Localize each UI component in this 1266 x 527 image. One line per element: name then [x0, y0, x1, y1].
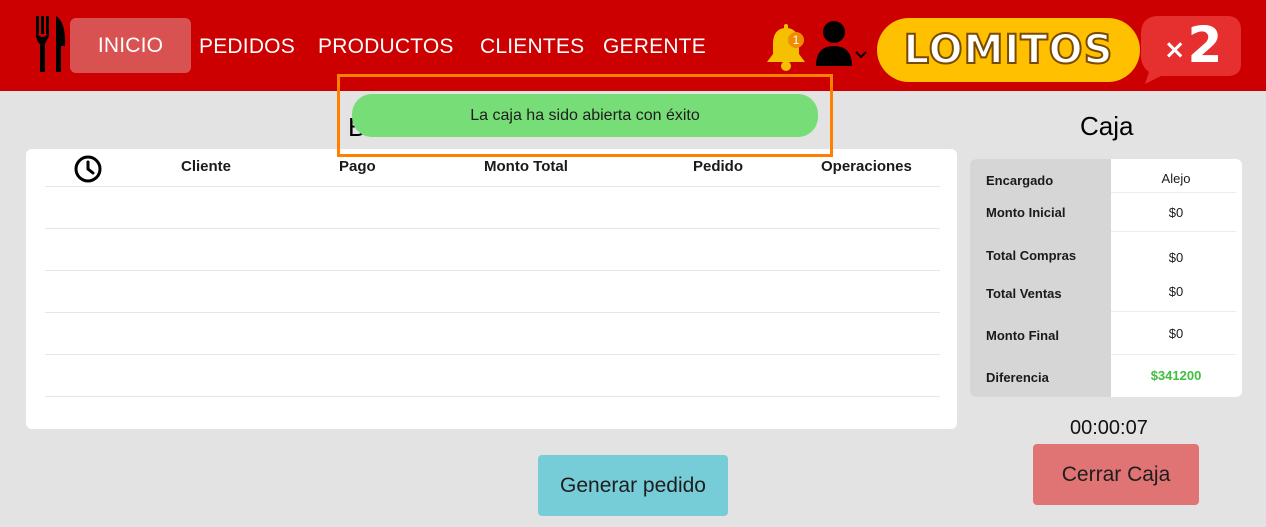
table-row-divider: [45, 228, 940, 229]
generate-order-button[interactable]: Generar pedido: [538, 455, 728, 516]
caja-label-monto-inicial: Monto Inicial: [986, 205, 1066, 220]
nav-inicio[interactable]: INICIO: [70, 18, 191, 73]
brand-badge-text: × 2: [1163, 16, 1223, 74]
caja-value-diferencia: $341200: [1150, 368, 1202, 383]
table-row-divider: [45, 270, 940, 271]
nav-pedidos[interactable]: PEDIDOS: [199, 32, 295, 62]
caja-row-divider: [1111, 192, 1236, 193]
user-icon: [816, 21, 867, 66]
caja-value-monto-inicial: $0: [1168, 205, 1184, 220]
column-header-monto-total[interactable]: Monto Total: [484, 158, 568, 175]
nav-clientes[interactable]: CLIENTES: [480, 32, 584, 62]
caja-timer: 00:00:07: [1070, 417, 1148, 439]
caja-row-divider: [1111, 231, 1236, 232]
caja-label-total-compras: Total Compras: [986, 248, 1077, 263]
clock-icon: [74, 155, 102, 183]
chevron-down-icon: [855, 51, 867, 59]
table-row-divider: [45, 396, 940, 397]
notification-count-badge: 1: [788, 32, 804, 48]
column-header-pago[interactable]: Pago: [339, 158, 376, 175]
close-caja-button[interactable]: Cerrar Caja: [1033, 444, 1199, 505]
svg-text:1: 1: [793, 33, 800, 47]
fork-knife-icon: [36, 16, 66, 72]
caja-title: Caja: [1080, 111, 1134, 141]
caja-row-divider: [1111, 311, 1236, 312]
column-header-pedido[interactable]: Pedido: [693, 158, 743, 175]
caja-value-total-ventas: $0: [1168, 284, 1184, 299]
nav-gerente[interactable]: GERENTE: [603, 32, 706, 62]
caja-value-monto-final: $0: [1168, 326, 1184, 341]
success-toast: La caja ha sido abierta con éxito: [352, 94, 818, 137]
notification-bell-button[interactable]: 1: [764, 24, 808, 72]
caja-value-total-compras: $0: [1168, 250, 1184, 265]
brand-name: LOMITOS: [903, 26, 1114, 74]
column-header-cliente[interactable]: Cliente: [181, 158, 231, 175]
caja-value-encargado: Alejo: [1161, 171, 1191, 186]
brand-logo: LOMITOS: [877, 18, 1140, 82]
table-row-divider: [45, 312, 940, 313]
caja-label-encargado: Encargado: [986, 173, 1054, 188]
caja-row-divider: [1111, 354, 1236, 355]
column-header-operaciones[interactable]: Operaciones: [821, 158, 912, 175]
user-menu-button[interactable]: [812, 20, 872, 68]
caja-label-column: [970, 159, 1111, 397]
table-row-divider: [45, 354, 940, 355]
caja-label-monto-final: Monto Final: [986, 328, 1059, 343]
table-row-divider: [45, 186, 940, 187]
caja-label-total-ventas: Total Ventas: [986, 286, 1062, 301]
nav-productos[interactable]: PRODUCTOS: [318, 32, 454, 62]
orders-table: [26, 149, 957, 429]
caja-label-diferencia: Diferencia: [986, 370, 1049, 385]
